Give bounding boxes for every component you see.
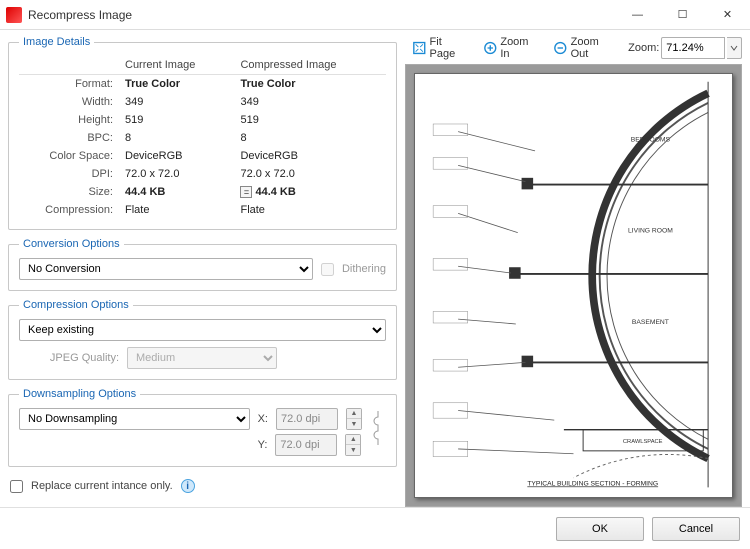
details-compressed: 8 — [234, 129, 386, 147]
details-compressed: 72.0 x 72.0 — [234, 165, 386, 183]
details-current: DeviceRGB — [119, 147, 234, 165]
zoom-value-input[interactable] — [661, 37, 725, 59]
jpeg-quality-select: Medium — [127, 347, 277, 369]
compression-legend: Compression Options — [19, 299, 133, 311]
dithering-label: Dithering — [342, 263, 386, 275]
room-label: BEDROOMS — [631, 136, 671, 143]
close-button[interactable]: ✕ — [705, 0, 750, 30]
details-label: BPC: — [19, 129, 119, 147]
cancel-button[interactable]: Cancel — [652, 517, 740, 541]
details-current: 8 — [119, 129, 234, 147]
link-aspect-icon[interactable] — [370, 408, 386, 451]
dialog-footer: OK Cancel — [0, 507, 750, 549]
details-current: 349 — [119, 93, 234, 111]
replace-instance-label: Replace current intance only. — [31, 480, 173, 492]
image-details-legend: Image Details — [19, 36, 94, 48]
details-row: Width:349349 — [19, 93, 386, 111]
window-title: Recompress Image — [28, 8, 615, 22]
col-current: Current Image — [119, 56, 234, 75]
conversion-group: Conversion Options No Conversion Ditheri… — [8, 238, 397, 291]
details-current: 519 — [119, 111, 234, 129]
details-row: DPI:72.0 x 72.072.0 x 72.0 — [19, 165, 386, 183]
fit-page-button[interactable]: Fit Page — [405, 36, 474, 60]
preview-frame[interactable]: BEDROOMS LIVING ROOM BASEMENT CRAWLSPACE… — [405, 64, 742, 507]
details-current: 44.4 KB — [119, 183, 234, 201]
preview-document: BEDROOMS LIVING ROOM BASEMENT CRAWLSPACE… — [414, 73, 733, 498]
image-details-group: Image Details Current Image Compressed I… — [8, 36, 397, 230]
details-label: Format: — [19, 75, 119, 94]
details-label: Color Space: — [19, 147, 119, 165]
details-compressed: 519 — [234, 111, 386, 129]
preview-toolbar: Fit Page Zoom In Zoom Out Zoom: — [405, 36, 742, 60]
details-current: Flate — [119, 201, 234, 219]
info-icon[interactable]: i — [181, 479, 195, 493]
dithering-checkbox — [321, 263, 334, 276]
room-label: CRAWLSPACE — [623, 439, 663, 445]
drawing-caption: TYPICAL BUILDING SECTION - FORMING — [527, 480, 658, 487]
details-compressed: Flate — [234, 201, 386, 219]
minimize-button[interactable]: — — [615, 0, 660, 30]
y-spinner: ▲▼ — [345, 434, 361, 456]
zoom-label: Zoom: — [628, 42, 659, 54]
compression-group: Compression Options Keep existing JPEG Q… — [8, 299, 397, 380]
compression-select[interactable]: Keep existing — [19, 319, 386, 341]
minus-icon — [553, 40, 568, 56]
details-label: DPI: — [19, 165, 119, 183]
details-compressed: True Color — [234, 75, 386, 94]
jpeg-quality-label: JPEG Quality: — [19, 352, 119, 364]
maximize-button[interactable]: ☐ — [660, 0, 705, 30]
room-label: LIVING ROOM — [628, 228, 673, 235]
details-row: Format:True ColorTrue Color — [19, 75, 386, 94]
details-row: Compression:FlateFlate — [19, 201, 386, 219]
details-row: Height:519519 — [19, 111, 386, 129]
downsample-y-label: Y: — [258, 439, 268, 451]
downsampling-legend: Downsampling Options — [19, 388, 140, 400]
downsampling-select[interactable]: No Downsampling — [19, 408, 250, 430]
equal-icon: = — [240, 186, 252, 198]
zoom-in-button[interactable]: Zoom In — [476, 36, 544, 60]
col-compressed: Compressed Image — [234, 56, 386, 75]
downsample-x-label: X: — [258, 413, 268, 425]
titlebar: Recompress Image — ☐ ✕ — [0, 0, 750, 30]
conversion-select[interactable]: No Conversion — [19, 258, 313, 280]
details-current: 72.0 x 72.0 — [119, 165, 234, 183]
downsample-x-input — [276, 408, 338, 430]
plus-icon — [483, 40, 498, 56]
ok-button[interactable]: OK — [556, 517, 644, 541]
downsampling-group: Downsampling Options No Downsampling X: … — [8, 388, 397, 467]
conversion-legend: Conversion Options — [19, 238, 124, 250]
zoom-out-button[interactable]: Zoom Out — [546, 36, 622, 60]
room-label: BASEMENT — [632, 319, 669, 326]
zoom-dropdown-button[interactable] — [727, 37, 742, 59]
details-label: Height: — [19, 111, 119, 129]
x-spinner: ▲▼ — [346, 408, 362, 430]
details-label: Compression: — [19, 201, 119, 219]
details-row: BPC:88 — [19, 129, 386, 147]
app-icon — [6, 7, 22, 23]
chevron-down-icon — [730, 44, 738, 52]
fit-page-icon — [412, 40, 427, 56]
details-row: Size:44.4 KB=44.4 KB — [19, 183, 386, 201]
details-compressed: =44.4 KB — [234, 183, 386, 201]
details-current: True Color — [119, 75, 234, 94]
details-row: Color Space:DeviceRGBDeviceRGB — [19, 147, 386, 165]
details-label: Width: — [19, 93, 119, 111]
details-compressed: 349 — [234, 93, 386, 111]
details-label: Size: — [19, 183, 119, 201]
downsample-y-input — [275, 434, 337, 456]
image-details-table: Current Image Compressed Image Format:Tr… — [19, 56, 386, 219]
replace-instance-checkbox[interactable] — [10, 480, 23, 493]
details-compressed: DeviceRGB — [234, 147, 386, 165]
